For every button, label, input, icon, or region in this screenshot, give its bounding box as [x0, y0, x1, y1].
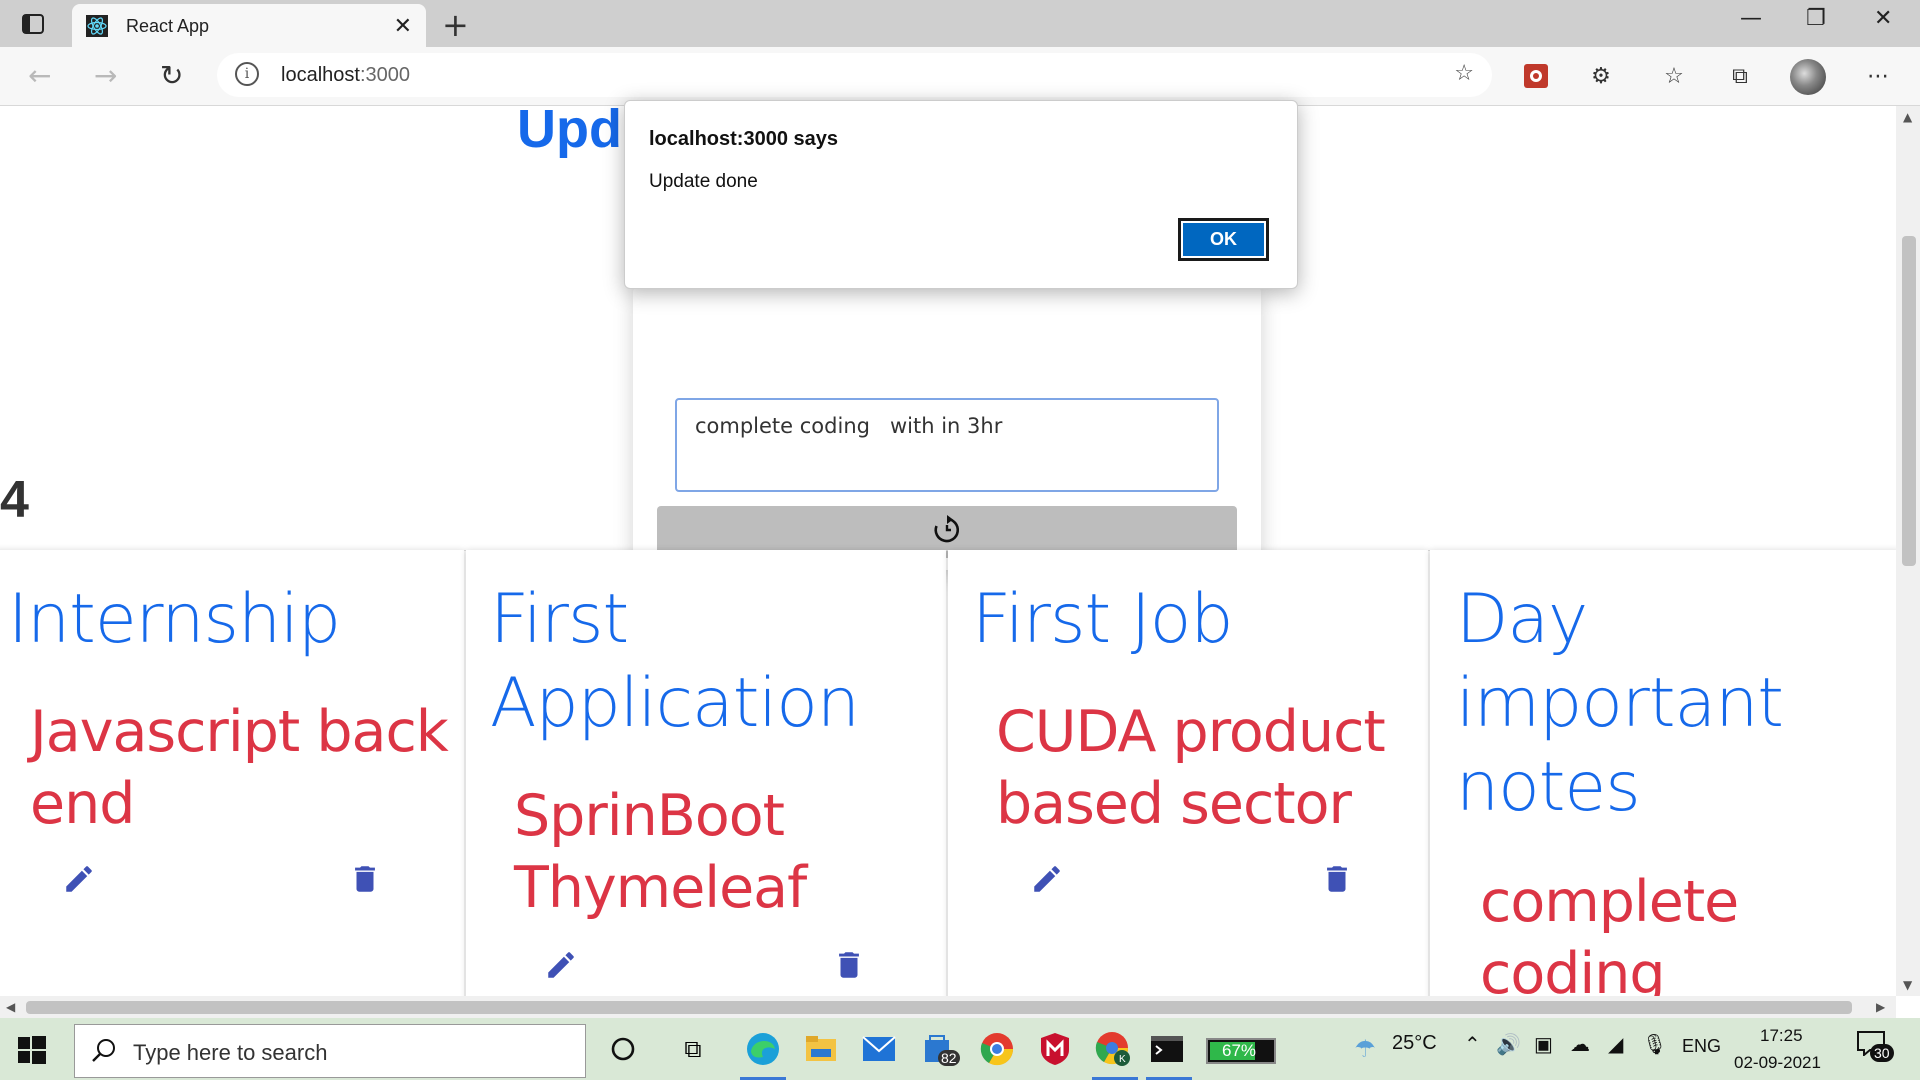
task-view-icon[interactable]: ⧉ — [672, 1028, 714, 1070]
store-icon[interactable]: 82 — [916, 1028, 960, 1070]
volume-icon[interactable]: 🔊 — [1496, 1032, 1521, 1057]
scroll-down-icon[interactable]: ▼ — [1903, 978, 1912, 992]
svg-text:K: K — [1119, 1054, 1126, 1065]
chrome-profile-icon[interactable]: K — [1092, 1028, 1134, 1070]
edit-icon[interactable] — [62, 862, 96, 896]
mcafee-icon[interactable] — [1034, 1028, 1076, 1070]
new-tab-icon[interactable]: + — [442, 6, 469, 44]
clock-date[interactable]: 02-09-2021 — [1734, 1053, 1821, 1073]
note-body: complete coding — [1480, 869, 1739, 996]
favorites-icon[interactable]: ☆ — [1658, 60, 1690, 92]
dialog-title: localhost:3000 says — [649, 128, 838, 150]
delete-icon[interactable] — [1320, 862, 1354, 896]
clock-time[interactable]: 17:25 — [1760, 1026, 1803, 1046]
browser-tab-bar: React App ✕ + — ❐ ✕ — [0, 0, 1920, 47]
delete-icon[interactable] — [348, 862, 382, 896]
refresh-icon — [932, 514, 962, 550]
tab-close-icon[interactable]: ✕ — [394, 13, 412, 39]
cortana-icon[interactable] — [602, 1028, 644, 1070]
add-favorite-icon[interactable]: ☆ — [1454, 61, 1474, 86]
alert-dialog: localhost:3000 says Update done OK — [624, 100, 1298, 289]
scroll-left-icon[interactable]: ◀ — [6, 1000, 15, 1014]
back-icon[interactable]: ← — [28, 59, 51, 92]
windows-start-icon[interactable] — [18, 1036, 46, 1064]
collections-icon[interactable]: ⧉ — [1724, 60, 1756, 92]
edit-icon[interactable] — [1030, 862, 1064, 896]
forward-icon[interactable]: → — [94, 59, 117, 92]
store-badge: 82 — [938, 1050, 960, 1066]
site-info-icon[interactable]: i — [235, 62, 259, 86]
note-card: First Job CUDA product based sector — [948, 550, 1428, 996]
extensions-puzzle-icon[interactable]: ⚙ — [1585, 60, 1617, 92]
show-hidden-icons-icon[interactable]: ⌃ — [1464, 1032, 1481, 1057]
edit-icon[interactable] — [544, 948, 578, 982]
notifications-icon[interactable]: 30 — [1856, 1030, 1896, 1070]
reload-icon[interactable]: ↻ — [160, 59, 183, 92]
dialog-message: Update done — [649, 171, 758, 192]
note-title: Internship — [8, 580, 341, 659]
terminal-icon[interactable] — [1146, 1028, 1188, 1070]
note-card: First Application SprinBoot Thymeleaf — [466, 550, 946, 996]
windows-taskbar: Type here to search ⧉ 82 K 67% ☂ 25°C ⌃ … — [0, 1018, 1920, 1080]
onedrive-icon[interactable]: ☁ — [1570, 1032, 1590, 1057]
tab-title: React App — [126, 16, 210, 36]
mail-icon[interactable] — [858, 1028, 900, 1070]
note-body: CUDA product based sector — [996, 699, 1386, 837]
minimize-icon[interactable]: — — [1740, 6, 1762, 31]
taskbar-search-box[interactable]: Type here to search — [74, 1024, 586, 1078]
scrollbar-thumb[interactable] — [26, 1001, 1852, 1014]
battery-meter[interactable]: 67% — [1206, 1038, 1276, 1064]
meet-now-icon[interactable]: ▣ — [1534, 1032, 1553, 1057]
vertical-scrollbar[interactable]: ▲ ▼ — [1896, 106, 1920, 996]
scrollbar-thumb[interactable] — [1902, 236, 1916, 566]
edge-icon[interactable] — [742, 1028, 784, 1070]
delete-icon[interactable] — [832, 948, 866, 982]
more-menu-icon[interactable]: ⋯ — [1862, 60, 1894, 92]
note-card: Internship Javascript back end — [0, 550, 464, 996]
extension-icon[interactable] — [1520, 60, 1552, 92]
notes-count: 4 — [0, 471, 29, 529]
note-card: Day important notes complete coding — [1430, 550, 1896, 996]
browser-tab[interactable]: React App ✕ — [72, 4, 426, 47]
url-bar[interactable]: i localhost:3000 ☆ — [217, 53, 1492, 97]
search-placeholder: Type here to search — [133, 1040, 328, 1065]
update-note-form: complete coding with in 3hr — [633, 286, 1261, 570]
search-icon — [91, 1037, 117, 1068]
chrome-icon[interactable] — [976, 1028, 1018, 1070]
battery-percent: 67% — [1222, 1041, 1257, 1060]
note-body: Javascript back end — [30, 699, 449, 837]
file-explorer-icon[interactable] — [800, 1028, 842, 1070]
tab-actions-icon[interactable] — [18, 10, 48, 38]
react-logo-icon — [86, 15, 108, 37]
url-text: localhost:3000 — [281, 64, 410, 86]
wifi-icon[interactable]: ◢ — [1608, 1032, 1623, 1057]
restore-icon[interactable]: ❐ — [1806, 6, 1826, 31]
weather-icon[interactable]: ☂ — [1344, 1028, 1386, 1070]
address-bar-row: ← → ↻ i localhost:3000 ☆ ⚙ ☆ ⧉ ⋯ — [0, 47, 1920, 106]
horizontal-scrollbar[interactable]: ◀ ▶ — [0, 996, 1896, 1018]
weather-temperature[interactable]: 25°C — [1392, 1032, 1437, 1055]
profile-avatar[interactable] — [1790, 59, 1826, 95]
note-body: SprinBoot Thymeleaf — [514, 783, 807, 921]
input-language[interactable]: ENG — [1682, 1036, 1721, 1057]
note-title: First Job — [972, 580, 1234, 659]
note-content-textarea[interactable]: complete coding with in 3hr — [675, 398, 1219, 492]
scroll-right-icon[interactable]: ▶ — [1876, 1000, 1885, 1014]
scroll-up-icon[interactable]: ▲ — [1903, 110, 1912, 124]
microphone-icon[interactable]: 🎙 — [1642, 1032, 1667, 1057]
note-title: First Application — [490, 580, 860, 743]
note-title: Day important notes — [1456, 580, 1784, 827]
window-close-icon[interactable]: ✕ — [1874, 6, 1892, 31]
ok-button[interactable]: OK — [1178, 218, 1269, 261]
notification-count: 30 — [1870, 1044, 1894, 1062]
